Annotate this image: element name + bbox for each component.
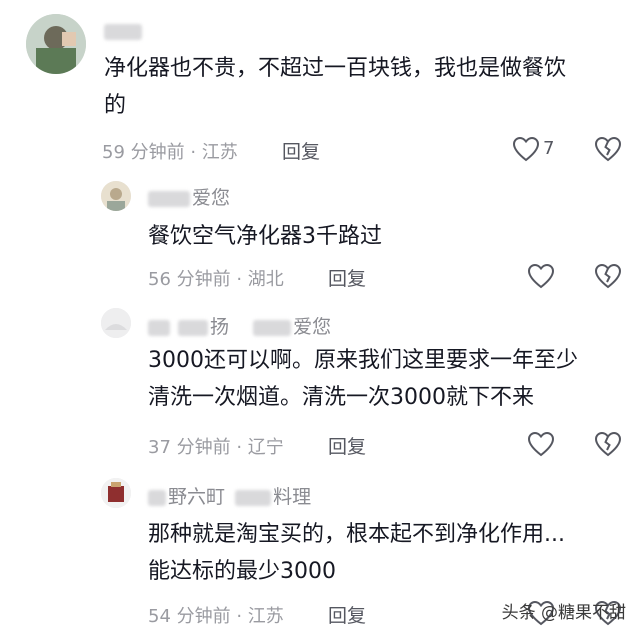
avatar[interactable]	[101, 478, 131, 508]
time-location: 56 分钟前 · 湖北	[148, 269, 284, 290]
comment-1: 净化器也不贵，不超过一百块钱，我也是做餐饮 的 59 分钟前 · 江苏 回复 7	[0, 0, 640, 175]
username[interactable]: 野六町 料理	[148, 482, 311, 509]
avatar-image	[26, 14, 86, 74]
username[interactable]: 爱您	[148, 183, 230, 210]
heart-outline-icon[interactable]	[527, 431, 555, 457]
comment-text: 净化器也不贵，不超过一百块钱，我也是做餐饮 的	[104, 56, 567, 118]
comment-text: 那种就是淘宝买的，根本起不到净化作用... 能达标的最少3000	[148, 522, 565, 584]
time-location: 54 分钟前 · 江苏	[148, 606, 284, 627]
reply-button[interactable]: 回复	[328, 264, 366, 291]
avatar-image	[101, 308, 131, 338]
broken-heart-outline-icon[interactable]	[594, 136, 622, 162]
avatar[interactable]	[101, 181, 131, 211]
comment-text: 餐饮空气净化器3千路过	[148, 224, 382, 249]
reply-button[interactable]: 回复	[328, 601, 366, 628]
comment-text: 3000还可以啊。原来我们这里要求一年至少 清洗一次烟道。清洗一次3000就下不…	[148, 348, 578, 410]
broken-heart-outline-icon[interactable]	[594, 431, 622, 457]
reply-button[interactable]: 回复	[282, 137, 320, 164]
avatar[interactable]	[26, 14, 86, 74]
comment-2: 爱您 餐饮空气净化器3千路过 56 分钟前 · 湖北 回复	[0, 175, 640, 300]
avatar-image	[101, 478, 131, 508]
username[interactable]: 扬 爱您	[148, 312, 331, 339]
time-location: 59 分钟前 · 江苏	[102, 142, 238, 163]
reply-button[interactable]: 回复	[328, 432, 366, 459]
comment-3: 扬 爱您 3000还可以啊。原来我们这里要求一年至少 清洗一次烟道。清洗一次30…	[0, 300, 640, 470]
broken-heart-outline-icon[interactable]	[594, 263, 622, 289]
avatar[interactable]	[101, 308, 131, 338]
heart-outline-icon[interactable]	[512, 136, 540, 162]
like-count: 7	[543, 138, 555, 159]
heart-outline-icon[interactable]	[527, 263, 555, 289]
avatar-image	[101, 181, 131, 211]
username[interactable]	[104, 20, 144, 42]
time-location: 37 分钟前 · 辽宁	[148, 437, 284, 458]
watermark: 头条 @糖果不甜	[501, 603, 626, 623]
